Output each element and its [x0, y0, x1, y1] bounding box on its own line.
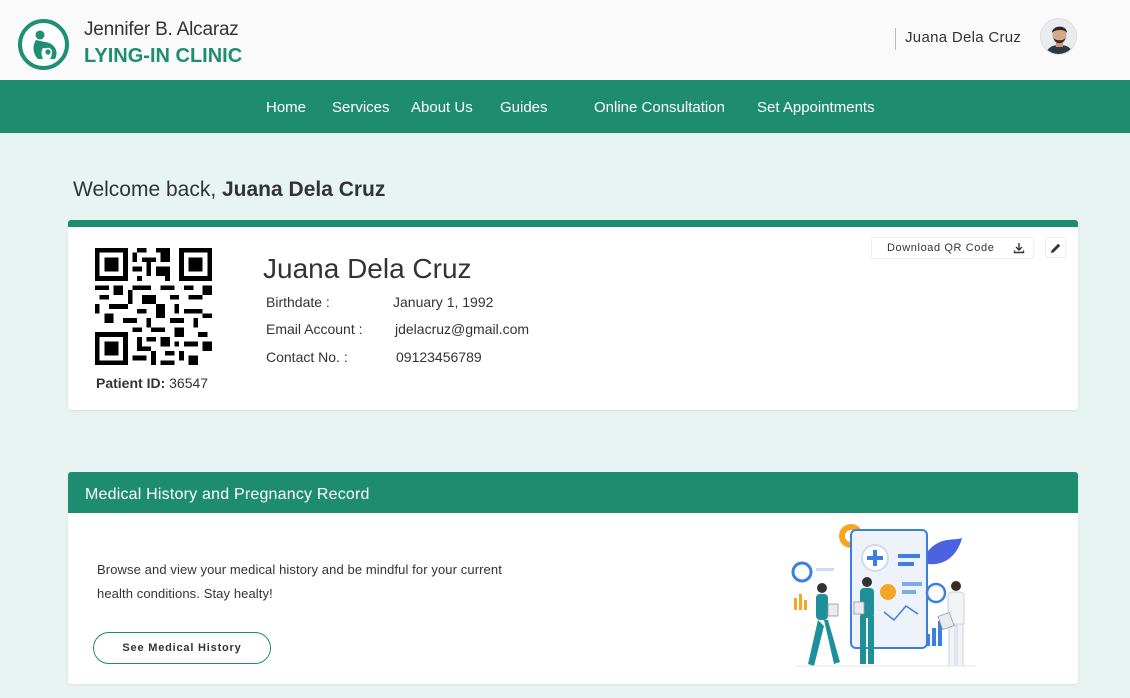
- clinic-logo-icon[interactable]: [18, 19, 69, 70]
- medical-card-header: Medical History and Pregnancy Record: [68, 472, 1078, 513]
- patient-id-label: Patient ID:: [96, 375, 166, 391]
- contact-label: Contact No. :: [266, 349, 348, 365]
- profile-name: Juana Dela Cruz: [263, 253, 472, 284]
- download-icon: [1013, 241, 1025, 261]
- birthdate-label: Birthdate :: [266, 294, 330, 310]
- welcome-user-name: Juana Dela Cruz: [222, 178, 386, 201]
- email-label: Email Account :: [266, 321, 363, 337]
- welcome-prefix: Welcome back,: [73, 178, 222, 201]
- nav-online-consultation[interactable]: Online Consultation: [594, 99, 725, 116]
- medical-history-card: Medical History and Pregnancy Record Bro…: [68, 472, 1078, 684]
- medical-card-title: Medical History and Pregnancy Record: [85, 486, 370, 503]
- nav-about-us[interactable]: About Us: [411, 99, 473, 116]
- patient-id-value: 36547: [169, 375, 209, 391]
- header-user-name[interactable]: Juana Dela Cruz: [905, 29, 1021, 46]
- qr-code-icon: [95, 248, 212, 365]
- medical-team-illustration: [776, 516, 986, 678]
- pencil-icon: [1051, 243, 1061, 253]
- medical-card-description: Browse and view your medical history and…: [97, 562, 502, 601]
- nav-guides[interactable]: Guides: [500, 99, 548, 116]
- profile-card: Patient ID: 36547 Juana Dela Cruz Birthd…: [68, 220, 1078, 410]
- nav-set-appointments[interactable]: Set Appointments: [757, 99, 875, 116]
- top-header: Jennifer B. Alcaraz LYING-IN CLINIC Juan…: [0, 0, 1130, 80]
- brand-clinic: LYING-IN CLINIC: [84, 45, 243, 67]
- see-medical-history-button[interactable]: See Medical History: [93, 632, 271, 664]
- download-qr-button[interactable]: Download QR Code: [871, 237, 1034, 259]
- birthdate-value: January 1, 1992: [393, 294, 494, 310]
- download-qr-label: Download QR Code: [887, 242, 995, 254]
- contact-value: 09123456789: [396, 349, 482, 365]
- main-nav: Home Services About Us Guides Online Con…: [0, 80, 1130, 133]
- nav-home[interactable]: Home: [266, 99, 306, 116]
- brand-name: Jennifer B. Alcaraz: [84, 19, 239, 40]
- email-value: jdelacruz@gmail.com: [395, 321, 530, 337]
- edit-profile-button[interactable]: [1045, 237, 1066, 258]
- welcome-message: Welcome back, Juana Dela Cruz: [73, 178, 385, 202]
- nav-services[interactable]: Services: [332, 99, 390, 116]
- user-avatar-icon[interactable]: [1040, 18, 1077, 55]
- user-divider: [895, 28, 896, 50]
- patient-id: Patient ID: 36547: [96, 375, 208, 391]
